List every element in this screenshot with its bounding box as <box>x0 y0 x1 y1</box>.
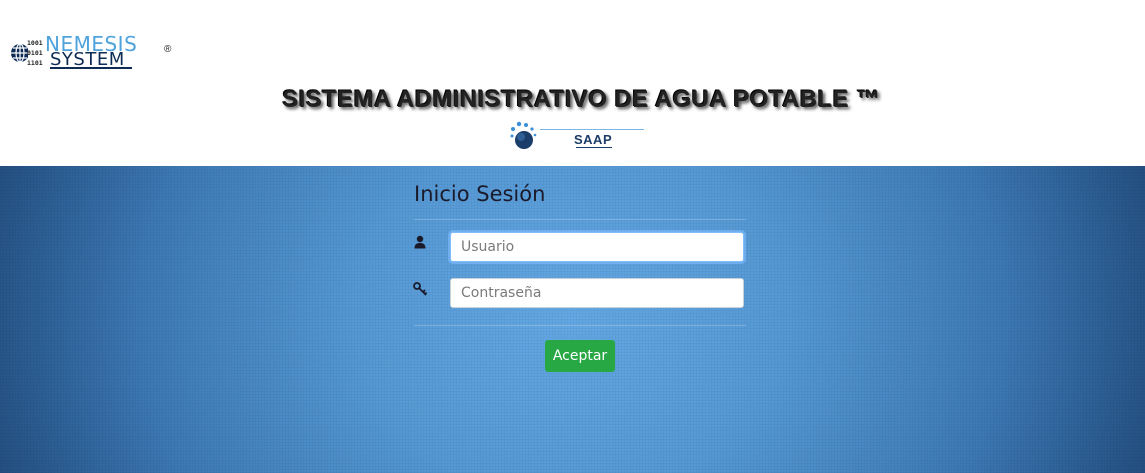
divider <box>414 325 746 326</box>
password-input[interactable] <box>450 278 744 308</box>
nemesis-system-logo: 1001 0101 1101 NEMESIS SYSTEM <box>10 34 160 70</box>
user-icon <box>414 235 426 249</box>
globe-icon <box>11 43 28 63</box>
logo-bits-line: 0101 <box>27 49 43 57</box>
saap-logo: SAAP <box>508 120 648 152</box>
saap-logo-text: SAAP <box>574 132 613 147</box>
logo-underline <box>50 67 132 69</box>
login-background: Inicio Sesión Aceptar <box>0 166 1145 473</box>
water-drops-icon <box>510 121 537 149</box>
logo-binary-text: 1001 0101 1101 <box>27 38 43 68</box>
registered-mark: ® <box>164 44 172 55</box>
accept-button[interactable]: Aceptar <box>545 340 615 372</box>
saap-logo-underline <box>576 147 612 148</box>
page-title: SISTEMA ADMINISTRATIVO DE AGUA POTABLE ™ <box>282 86 881 113</box>
logo-bits-line: 1101 <box>27 59 43 67</box>
logo-bits-line: 1001 <box>27 39 43 47</box>
divider <box>414 219 746 220</box>
page-header: 1001 0101 1101 NEMESIS SYSTEM ® SISTEMA … <box>0 0 1145 166</box>
saap-logo-line <box>540 129 644 130</box>
username-input[interactable] <box>450 232 744 262</box>
key-icon <box>413 282 427 296</box>
login-heading: Inicio Sesión <box>414 182 546 206</box>
